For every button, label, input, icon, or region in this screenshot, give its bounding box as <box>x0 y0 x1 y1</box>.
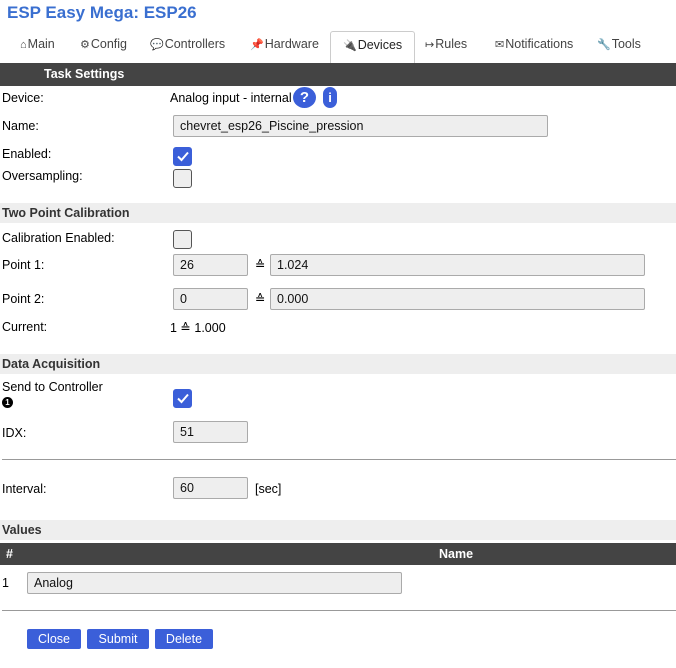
idx-label: IDX: <box>2 426 27 440</box>
current-label: Current: <box>2 320 48 334</box>
tab-notifications[interactable]: ✉Notifications <box>495 37 573 51</box>
point1-adc-input[interactable]: 26 <box>173 254 248 276</box>
device-value: Analog input - internal <box>170 91 292 105</box>
tab-hardware[interactable]: 📌Hardware <box>250 37 319 51</box>
tab-controllers-label: Controllers <box>164 37 226 51</box>
task-settings-header: Task Settings <box>0 63 676 86</box>
values-header: Values <box>0 520 676 540</box>
col-name: Name <box>439 547 474 561</box>
tab-notifications-label: Notifications <box>505 37 574 51</box>
calibration-header: Two Point Calibration <box>0 203 676 223</box>
send-to-controller-checkbox[interactable] <box>173 389 192 408</box>
check-icon <box>177 393 189 404</box>
idx-input[interactable]: 51 <box>173 421 248 443</box>
point2-value-input[interactable]: 0.000 <box>270 288 645 310</box>
tab-config[interactable]: ⚙Config <box>80 37 127 51</box>
point2-adc-input[interactable]: 0 <box>173 288 248 310</box>
home-icon: ⌂ <box>20 39 27 51</box>
enabled-label: Enabled: <box>2 147 52 161</box>
calibration-enabled-checkbox[interactable] <box>173 230 192 249</box>
submit-button[interactable]: Submit <box>87 629 149 649</box>
chat-icon: 💬 <box>150 39 164 51</box>
envelope-icon: ✉ <box>495 39 505 51</box>
check-icon <box>177 151 189 162</box>
tab-hardware-label: Hardware <box>264 37 319 51</box>
divider <box>2 459 676 460</box>
app-title: ESP Easy Mega: ESP26 <box>7 3 197 22</box>
pin-icon: 📌 <box>250 39 264 51</box>
send-to-controller-label: Send to Controller <box>2 380 103 394</box>
controller-number-icon: 1 <box>2 397 13 408</box>
tab-rules-label: Rules <box>435 37 468 51</box>
point1-maps-symbol: ≙ <box>255 258 266 272</box>
interval-unit: [sec] <box>255 482 282 496</box>
tab-tools[interactable]: 🔧Tools <box>597 37 641 51</box>
tab-bar: ⌂Main ⚙Config 💬Controllers 📌Hardware 🔌De… <box>0 31 676 63</box>
enabled-checkbox[interactable] <box>173 147 192 166</box>
point1-label: Point 1: <box>2 258 45 272</box>
col-number: # <box>6 547 13 561</box>
point1-value-input[interactable]: 1.024 <box>270 254 645 276</box>
help-icon[interactable]: ? <box>293 87 316 108</box>
name-label: Name: <box>2 119 39 133</box>
device-label: Device: <box>2 91 44 105</box>
interval-input[interactable]: 60 <box>173 477 248 499</box>
arrow-icon: ↦ <box>425 39 435 51</box>
tab-tools-label: Tools <box>611 37 641 51</box>
data-acquisition-header: Data Acquisition <box>0 354 676 374</box>
oversampling-label: Oversampling: <box>2 169 83 183</box>
divider <box>2 610 676 611</box>
current-value: 1 ≙ 1.000 <box>170 321 226 335</box>
tab-config-label: Config <box>90 37 128 51</box>
point2-maps-symbol: ≙ <box>255 292 266 306</box>
row-number: 1 <box>2 576 9 590</box>
close-button[interactable]: Close <box>27 629 81 649</box>
plug-icon: 🔌 <box>343 40 357 52</box>
oversampling-checkbox[interactable] <box>173 169 192 188</box>
tab-rules[interactable]: ↦Rules <box>425 37 467 51</box>
delete-button[interactable]: Delete <box>155 629 213 649</box>
point2-label: Point 2: <box>2 292 45 306</box>
gear-icon: ⚙ <box>80 39 90 51</box>
tab-main[interactable]: ⌂Main <box>20 37 55 51</box>
values-table-header: # Name <box>0 543 676 565</box>
tab-devices[interactable]: 🔌Devices <box>330 31 416 63</box>
tab-devices-label: Devices <box>357 38 403 52</box>
name-input[interactable]: chevret_esp26_Piscine_pression <box>173 115 548 137</box>
tab-controllers[interactable]: 💬Controllers <box>150 37 225 51</box>
interval-label: Interval: <box>2 482 47 496</box>
info-icon[interactable]: i <box>323 87 337 108</box>
calibration-enabled-label: Calibration Enabled: <box>2 231 115 245</box>
tab-main-label: Main <box>27 37 55 51</box>
value-name-input[interactable]: Analog <box>27 572 402 594</box>
wrench-icon: 🔧 <box>597 39 611 51</box>
